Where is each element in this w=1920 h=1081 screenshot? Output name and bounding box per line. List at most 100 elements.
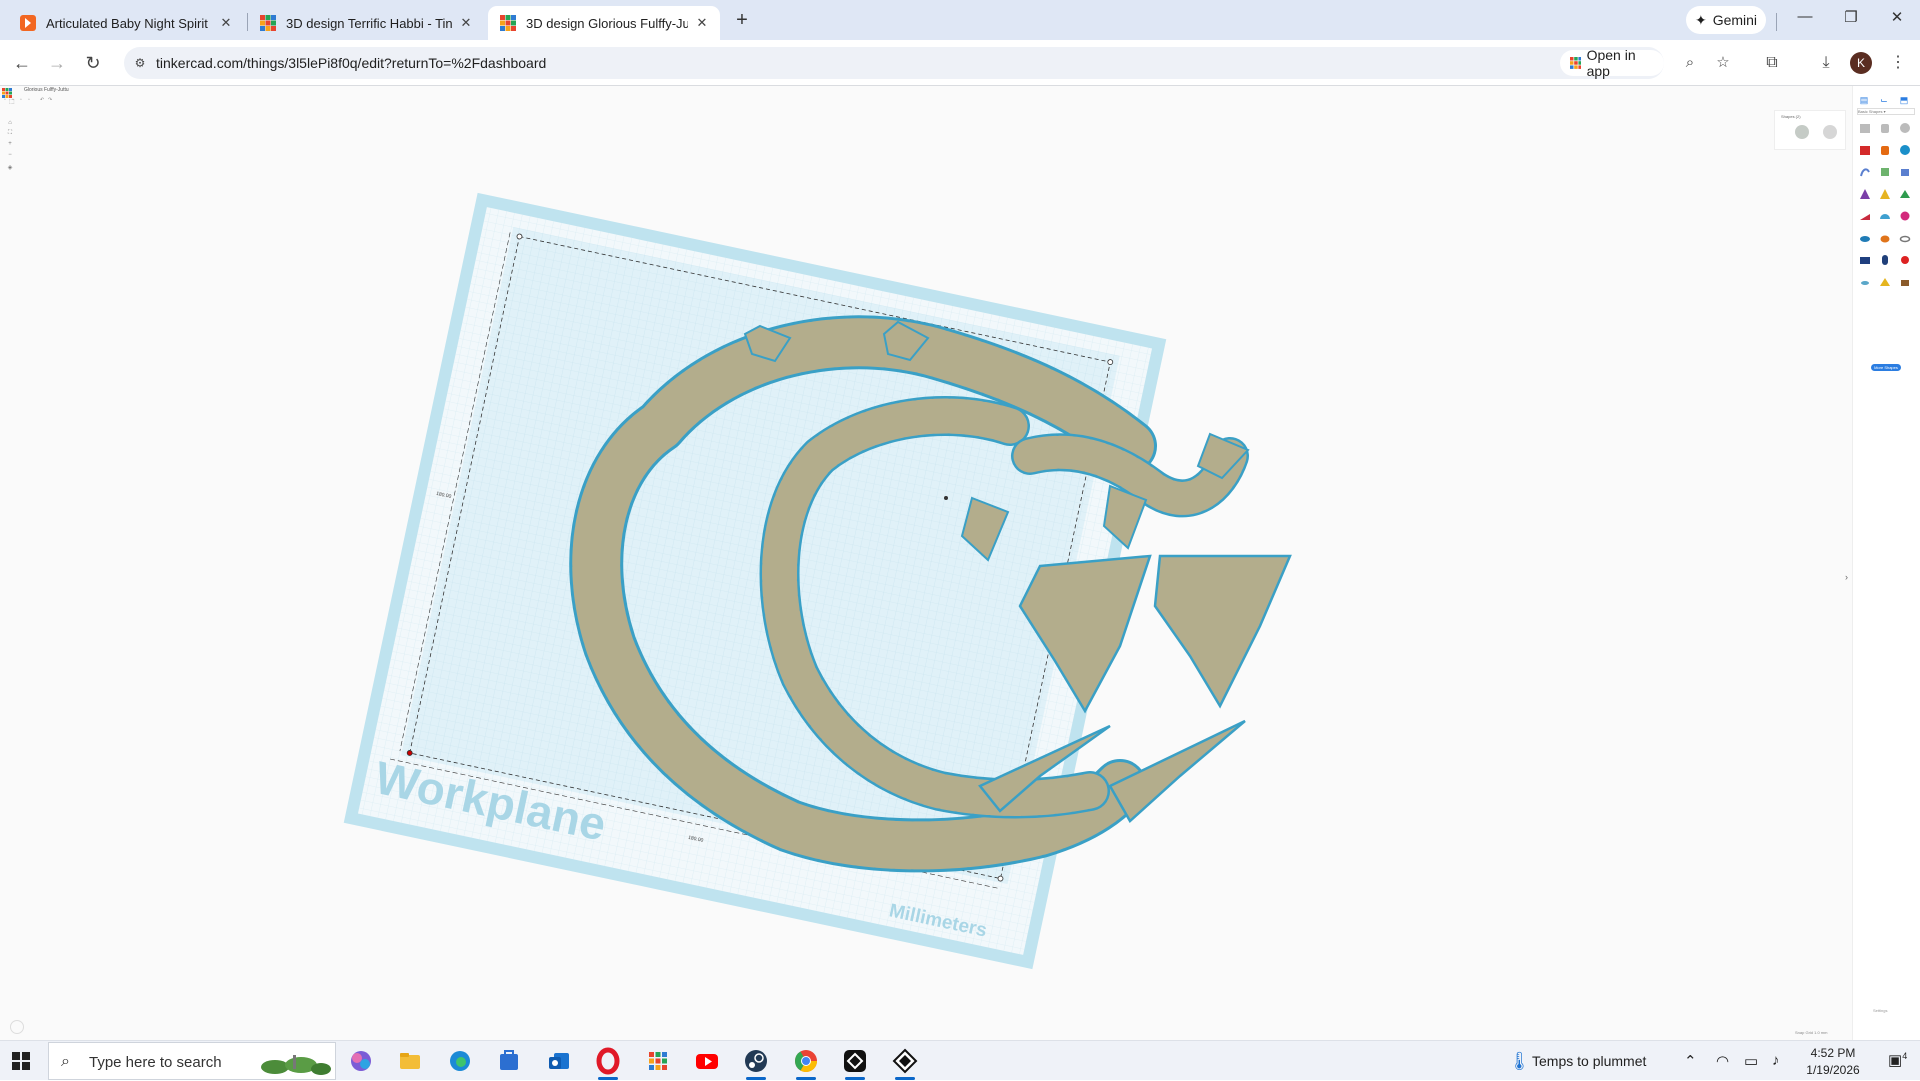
forward-arrow-icon[interactable]: → xyxy=(44,50,70,76)
minimize-button[interactable]: — xyxy=(1782,8,1828,32)
gemini-button[interactable]: ✦ Gemini xyxy=(1686,6,1766,34)
tab-articulated-baby-night-spirit[interactable]: Articulated Baby Night Spirit Dr ✕ xyxy=(8,6,244,40)
polygon-shape-icon[interactable] xyxy=(1859,254,1871,266)
text-shape-icon[interactable] xyxy=(1899,166,1911,178)
paraboloid-shape-icon[interactable] xyxy=(1899,210,1911,222)
wedge-shape-icon[interactable] xyxy=(1859,210,1871,222)
bookmark-star-icon[interactable]: ☆ xyxy=(1712,52,1734,74)
half-sphere-shape-icon[interactable] xyxy=(1879,210,1891,222)
tab-close-icon[interactable]: ✕ xyxy=(458,15,474,31)
cylinder-orange-shape-icon[interactable] xyxy=(1879,144,1891,156)
network-icon[interactable]: ◠ xyxy=(1716,1052,1729,1070)
browser-toolbar: ← → ↻ ⚙ tinkercad.com/things/3l5lePi8f0q… xyxy=(0,40,1920,86)
clock-time[interactable]: 4:52 PM xyxy=(1808,1046,1858,1060)
torus-shape-icon[interactable] xyxy=(1859,232,1871,244)
ruler-tool-icon[interactable]: ⌙ xyxy=(1879,95,1889,105)
pyramid-shape-icon[interactable] xyxy=(1859,188,1871,200)
inspector-title: Shapes (2) xyxy=(1781,114,1801,119)
tab-close-icon[interactable]: ✕ xyxy=(694,15,710,31)
profile-avatar[interactable]: K xyxy=(1850,52,1872,74)
graph-shape-icon[interactable] xyxy=(1879,166,1891,178)
roof-shape-icon[interactable] xyxy=(1899,188,1911,200)
heart-shape-icon[interactable] xyxy=(1899,254,1911,266)
tinkercad-icon xyxy=(260,15,276,31)
windows-start-icon[interactable] xyxy=(12,1052,30,1070)
sphere-blue-shape-icon[interactable] xyxy=(1899,144,1911,156)
dome-shape-icon[interactable] xyxy=(1899,276,1911,288)
tinkercad-icon[interactable] xyxy=(643,1046,673,1076)
download-icon[interactable]: ⤓ xyxy=(1814,51,1838,75)
settings-link[interactable]: Settings xyxy=(1873,1008,1887,1013)
tab-search-icon[interactable]: ⧉ xyxy=(1760,51,1784,75)
ring-shape-icon[interactable] xyxy=(1899,232,1911,244)
hole-option[interactable] xyxy=(1823,125,1837,139)
box-red-shape-icon[interactable] xyxy=(1859,144,1871,156)
new-tab-button[interactable]: + xyxy=(730,9,754,33)
tab-glorious-fulffy-juttu[interactable]: 3D design Glorious Fulffy-Juttu ✕ xyxy=(488,6,720,40)
edge-icon[interactable] xyxy=(445,1046,475,1076)
star-shape-icon[interactable] xyxy=(1859,276,1871,288)
url-text[interactable]: tinkercad.com/things/3l5lePi8f0q/edit?re… xyxy=(156,55,546,71)
search-placeholder: Type here to search xyxy=(89,1054,222,1071)
snap-grid-control[interactable]: Snap Grid 1.0 mm xyxy=(1795,1030,1827,1035)
search-highlight-art xyxy=(261,1055,331,1075)
restore-button[interactable]: ❐ xyxy=(1828,8,1874,32)
notification-count: 4 xyxy=(1902,1051,1908,1061)
weather-thermometer-icon[interactable]: 🌡 xyxy=(1508,1051,1531,1072)
taskbar-search-box[interactable]: ⌕ Type here to search xyxy=(48,1042,336,1080)
dragon-head[interactable] xyxy=(1153,554,1292,709)
tinkercad-icon xyxy=(500,15,516,31)
volume-icon[interactable]: ♪ xyxy=(1772,1052,1780,1069)
scribble-shape-icon[interactable] xyxy=(1859,166,1871,178)
workplane-scene[interactable]: 180.00 180.00 Workplane Millimeters xyxy=(0,86,1852,1040)
capsule-shape-icon[interactable] xyxy=(1879,254,1891,266)
collapse-panel-icon[interactable]: › xyxy=(1845,572,1848,582)
opera-icon[interactable] xyxy=(593,1046,623,1080)
zoom-icon[interactable]: ⌕ xyxy=(1679,52,1701,74)
steam-icon[interactable] xyxy=(741,1046,771,1080)
tab-close-icon[interactable]: ✕ xyxy=(218,15,234,31)
cone-shape-icon[interactable] xyxy=(1879,188,1891,200)
tab-title: Articulated Baby Night Spirit Dr xyxy=(46,15,212,31)
back-arrow-icon[interactable]: ← xyxy=(9,50,35,76)
address-bar[interactable]: ⚙ tinkercad.com/things/3l5lePi8f0q/edit?… xyxy=(124,47,1730,79)
tab-separator xyxy=(1776,13,1777,31)
reload-icon[interactable]: ↻ xyxy=(80,50,106,76)
notes-tool-icon[interactable]: ⬒ xyxy=(1899,95,1909,105)
shape-category-select[interactable]: Basic Shapes ▾ xyxy=(1857,108,1915,115)
capcut-icon[interactable] xyxy=(840,1046,870,1080)
youtube-icon[interactable] xyxy=(692,1046,722,1076)
workplane-tool-icon[interactable]: ▤ xyxy=(1859,95,1869,105)
chat-help-icon[interactable] xyxy=(10,1020,24,1034)
browser-tab-strip: Articulated Baby Night Spirit Dr ✕ 3D de… xyxy=(0,0,1920,40)
sketch-app-icon[interactable] xyxy=(890,1046,920,1080)
rotation-handle[interactable] xyxy=(944,496,948,500)
outlook-icon[interactable] xyxy=(544,1046,574,1076)
weather-text[interactable]: Temps to plummet xyxy=(1532,1053,1646,1069)
windows-taskbar: ⌕ Type here to search 🌡 Temps to plummet… xyxy=(0,1040,1920,1080)
notifications-icon[interactable]: ▣4 xyxy=(1888,1051,1907,1069)
shapes-panel: ▤ ⌙ ⬒ Basic Shapes ▾ More Shapes Setting… xyxy=(1852,86,1920,1040)
more-shapes-button[interactable]: More Shapes xyxy=(1871,364,1901,371)
sphere-shape-icon[interactable] xyxy=(1899,122,1911,134)
gemini-label: Gemini xyxy=(1712,12,1758,28)
solid-option[interactable] xyxy=(1795,125,1809,139)
cylinder-shape-icon[interactable] xyxy=(1879,122,1891,134)
more-menu-icon[interactable]: ⋮ xyxy=(1886,51,1910,75)
site-info-icon[interactable]: ⚙ xyxy=(130,53,150,73)
tab-terrific-habbi[interactable]: 3D design Terrific Habbi - Tinke ✕ xyxy=(248,6,484,40)
icosahedron-shape-icon[interactable] xyxy=(1879,276,1891,288)
open-in-app-button[interactable]: Open in app xyxy=(1560,47,1664,79)
chrome-icon[interactable] xyxy=(791,1046,821,1080)
battery-icon[interactable]: ▭ xyxy=(1744,1052,1758,1070)
tube-shape-icon[interactable] xyxy=(1879,232,1891,244)
copilot-icon[interactable] xyxy=(346,1046,376,1076)
shape-inspector[interactable]: Shapes (2) xyxy=(1774,110,1846,150)
close-window-button[interactable]: ✕ xyxy=(1874,8,1920,32)
file-explorer-icon[interactable] xyxy=(395,1046,425,1076)
clock-date[interactable]: 1/19/2026 xyxy=(1803,1063,1863,1077)
instructables-icon xyxy=(20,15,36,31)
show-hidden-icons-icon[interactable]: ⌃ xyxy=(1684,1052,1697,1070)
box-shape-icon[interactable] xyxy=(1859,122,1871,134)
microsoft-store-icon[interactable] xyxy=(494,1046,524,1076)
